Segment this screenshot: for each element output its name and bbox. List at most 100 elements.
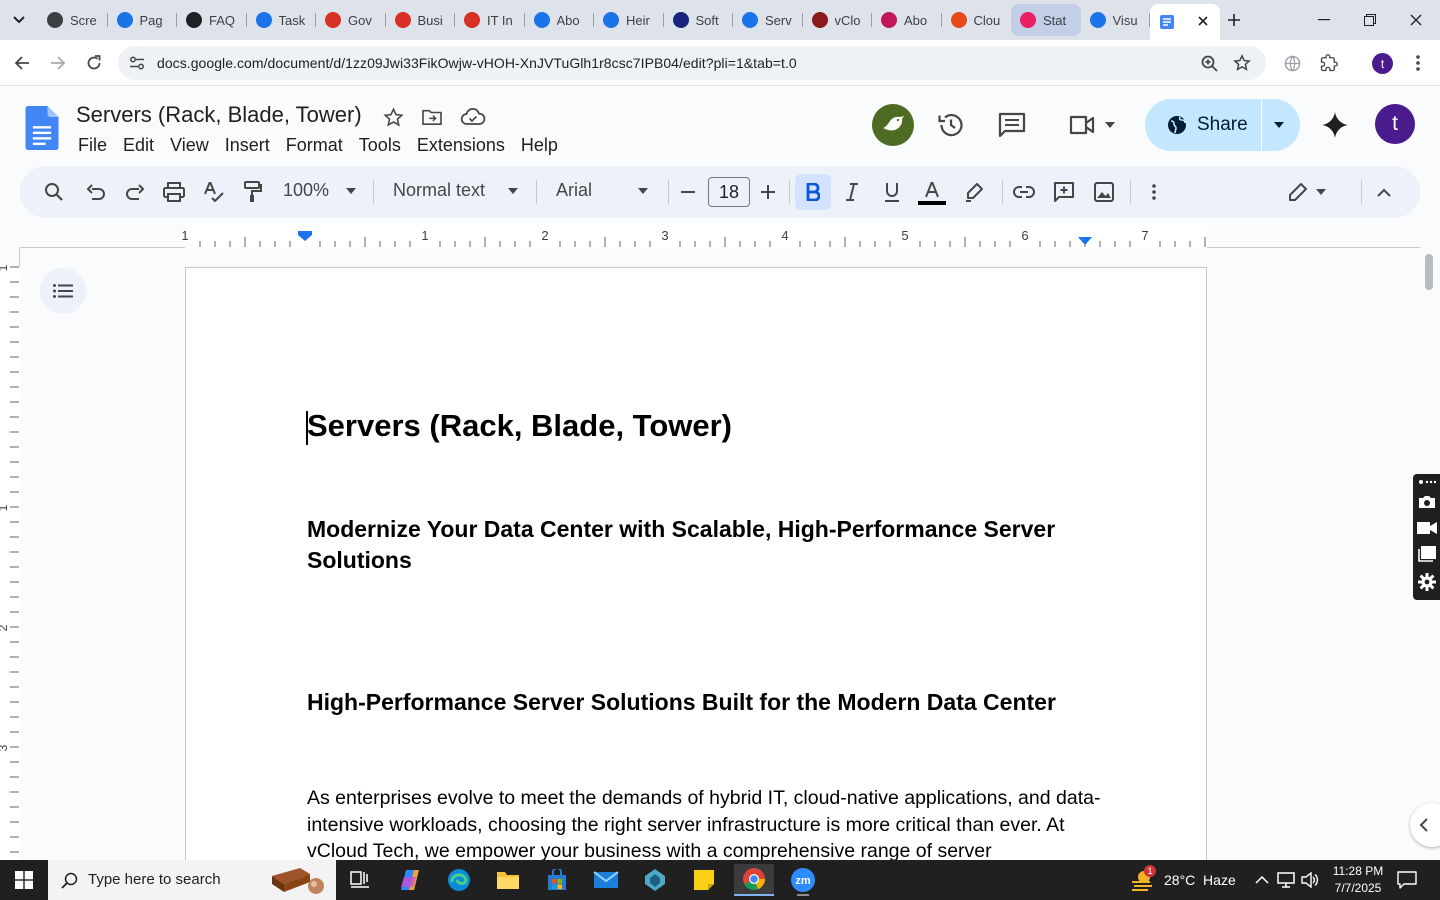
menu-edit[interactable]: Edit (115, 132, 162, 158)
app-diamond-icon[interactable] (635, 864, 675, 896)
document-heading-1[interactable]: Modernize Your Data Center with Scalable… (307, 514, 1107, 576)
account-avatar[interactable]: t (1375, 104, 1415, 144)
address-bar[interactable]: docs.google.com/document/d/1zz09Jwi33Fik… (118, 46, 1266, 80)
menu-format[interactable]: Format (278, 132, 351, 158)
insert-image-icon[interactable] (1090, 178, 1118, 206)
camera-icon[interactable] (1417, 492, 1437, 512)
profile-avatar[interactable]: t (1372, 53, 1393, 74)
insert-link-icon[interactable] (1010, 178, 1038, 206)
version-history-icon[interactable] (936, 110, 966, 140)
increase-font-size-icon[interactable] (754, 178, 782, 206)
show-hidden-icons-chevron-up-icon[interactable] (1253, 871, 1271, 889)
site-info-icon[interactable] (128, 54, 146, 72)
star-icon[interactable] (382, 106, 404, 128)
browser-tab[interactable]: Abo (872, 4, 942, 36)
menu-view[interactable]: View (162, 132, 217, 158)
highlight-pen-icon[interactable] (960, 178, 988, 206)
menu-insert[interactable]: Insert (217, 132, 278, 158)
italic-icon[interactable] (838, 178, 866, 206)
browser-tab[interactable]: Heir (594, 4, 664, 36)
chrome-icon[interactable] (734, 864, 774, 896)
browser-tab[interactable]: IT In (455, 4, 525, 36)
browser-tab[interactable]: FAQ (177, 4, 247, 36)
text-color-icon[interactable] (918, 176, 946, 204)
side-panel-toggle-button[interactable] (1410, 803, 1440, 847)
redo-icon[interactable] (121, 178, 149, 206)
document-paragraph[interactable]: As enterprises evolve to meet the demand… (307, 785, 1107, 865)
undo-icon[interactable] (82, 178, 110, 206)
more-options-kebab-icon[interactable] (1140, 178, 1168, 206)
volume-icon[interactable] (1301, 871, 1319, 889)
underline-icon[interactable] (878, 178, 906, 206)
menu-tools[interactable]: Tools (351, 132, 409, 158)
editing-mode-button[interactable] (1282, 178, 1332, 206)
browser-tab[interactable]: Gov (316, 4, 386, 36)
browser-tab[interactable]: Serv (733, 4, 803, 36)
screen-region-icon[interactable] (1417, 544, 1437, 564)
search-menus-icon[interactable] (40, 178, 68, 206)
paint-format-icon[interactable] (239, 178, 267, 206)
meet-button[interactable] (1064, 110, 1120, 140)
browser-tab[interactable]: Visu (1081, 4, 1151, 36)
new-tab-button[interactable] (1222, 8, 1246, 32)
bold-button[interactable] (795, 174, 831, 210)
tab-search-button[interactable] (6, 8, 32, 32)
chat-extension-button[interactable] (872, 104, 914, 146)
browser-tab[interactable]: Clou (942, 4, 1012, 36)
move-folder-icon[interactable] (421, 106, 443, 128)
vertical-ruler[interactable]: 1 1 2 3 (0, 248, 20, 860)
horizontal-ruler[interactable]: 1 1 2 3 4 5 6 7 (20, 224, 1420, 248)
browser-tab[interactable]: Scre (38, 4, 108, 36)
taskbar-search-box[interactable]: Type here to search (48, 860, 336, 900)
browser-tab[interactable]: Task (247, 4, 317, 36)
share-dropdown-button[interactable] (1271, 117, 1287, 133)
network-icon[interactable] (1277, 871, 1295, 889)
mail-icon[interactable] (586, 864, 626, 896)
back-button[interactable] (8, 49, 36, 77)
pin-icon[interactable] (1417, 476, 1437, 488)
hide-menus-chevron-up-icon[interactable] (1370, 178, 1398, 206)
spellcheck-icon[interactable] (200, 178, 228, 206)
close-tab-icon[interactable] (1196, 14, 1210, 28)
zoom-icon[interactable] (1200, 54, 1218, 72)
extensions-puzzle-icon[interactable] (1320, 54, 1338, 72)
close-window-button[interactable] (1398, 6, 1434, 34)
reload-button[interactable] (80, 49, 108, 77)
share-button[interactable]: Share (1145, 99, 1260, 151)
document-heading-title[interactable]: Servers (Rack, Blade, Tower) (307, 408, 732, 444)
sticky-notes-icon[interactable] (684, 864, 724, 896)
menu-file[interactable]: File (70, 132, 115, 158)
microsoft-store-icon[interactable] (537, 864, 577, 896)
add-comment-icon[interactable] (1050, 178, 1078, 206)
system-clock[interactable]: 11:28 PM 7/7/2025 (1322, 863, 1394, 897)
copilot-icon[interactable] (390, 864, 430, 896)
document-outline-button[interactable] (40, 268, 86, 314)
font-size-input[interactable]: 18 (708, 177, 750, 207)
bookmark-star-icon[interactable] (1233, 54, 1251, 72)
paragraph-style-select[interactable]: Normal text (393, 180, 485, 201)
comments-icon[interactable] (997, 110, 1027, 140)
browser-tab[interactable]: Stat (1011, 4, 1081, 36)
browser-tab-active[interactable] (1150, 4, 1220, 40)
vertical-scrollbar-thumb[interactable] (1425, 254, 1433, 290)
file-explorer-icon[interactable] (488, 864, 528, 896)
browser-menu-kebab-icon[interactable] (1409, 54, 1427, 72)
menu-help[interactable]: Help (513, 132, 566, 158)
print-icon[interactable] (160, 178, 188, 206)
menu-extensions[interactable]: Extensions (409, 132, 513, 158)
document-heading-2[interactable]: High-Performance Server Solutions Built … (307, 689, 1056, 716)
browser-tab[interactable]: vClo (803, 4, 873, 36)
document-title[interactable]: Servers (Rack, Blade, Tower) (76, 102, 362, 128)
minimize-button[interactable] (1306, 6, 1342, 34)
restore-button[interactable] (1352, 6, 1388, 34)
weather-widget[interactable]: 1 28°C Haze (1130, 865, 1236, 892)
zoom-select[interactable]: 100% (283, 180, 329, 201)
cloud-saved-icon[interactable] (460, 106, 486, 128)
forward-button[interactable] (44, 49, 72, 77)
browser-tab[interactable]: Abo (525, 4, 595, 36)
notifications-icon[interactable] (1396, 870, 1418, 890)
video-record-icon[interactable] (1417, 518, 1437, 538)
font-family-select[interactable]: Arial (556, 180, 592, 201)
docs-home-logo[interactable] (24, 106, 60, 150)
url-text[interactable]: docs.google.com/document/d/1zz09Jwi33Fik… (157, 55, 797, 71)
